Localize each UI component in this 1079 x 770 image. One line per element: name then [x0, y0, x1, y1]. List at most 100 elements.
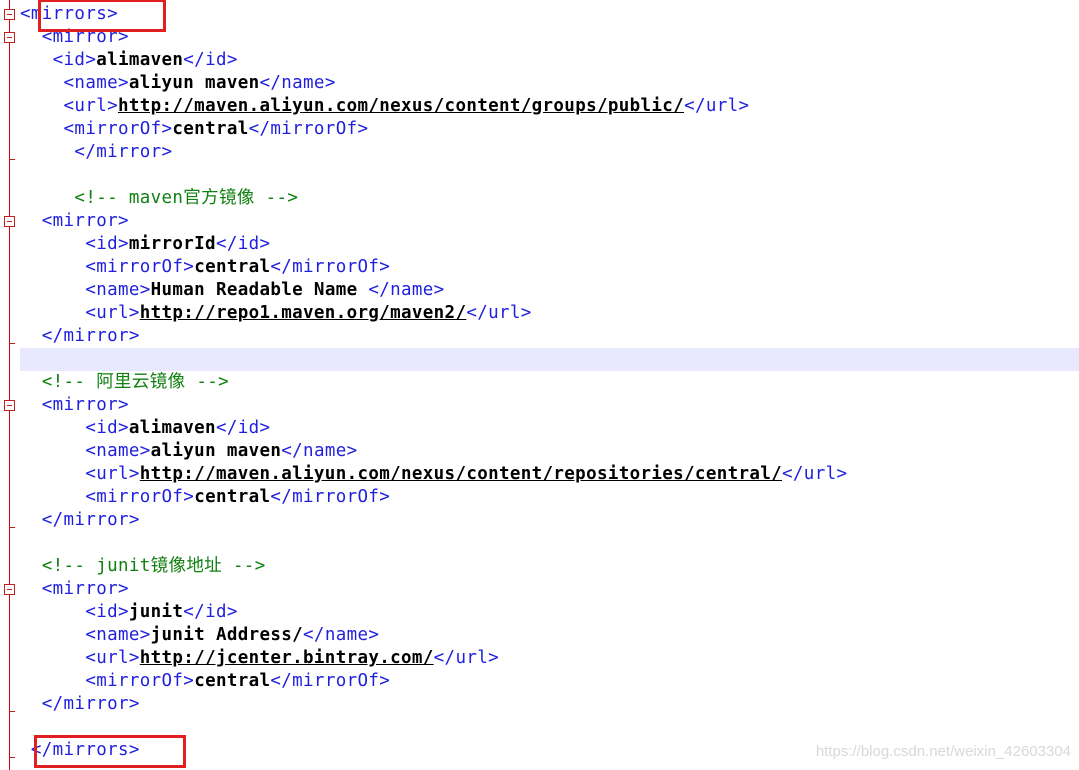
xml-tag: <mirrorOf> [20, 119, 173, 139]
code-line[interactable]: <url>http://repo1.maven.org/maven2/</url… [20, 302, 1079, 325]
code-line[interactable]: <url>http://maven.aliyun.com/nexus/conte… [20, 463, 1079, 486]
code-line[interactable] [20, 532, 1079, 555]
xml-tag: <mirrorOf> [20, 671, 195, 691]
code-line[interactable]: <id>alimaven</id> [20, 49, 1079, 72]
xml-tag: </name> [281, 441, 358, 461]
xml-value: junit [128, 602, 184, 622]
fold-collapse-icon[interactable] [4, 216, 15, 227]
xml-tag: <url> [20, 648, 140, 668]
code-area[interactable]: <mirrors> <mirror> <id>alimaven</id> <na… [20, 3, 1079, 762]
xml-tag: <id> [20, 50, 97, 70]
xml-tag: </name> [303, 625, 380, 645]
url-link[interactable]: http://repo1.maven.org/maven2/ [140, 303, 467, 323]
url-link[interactable]: http://maven.aliyun.com/nexus/content/gr… [118, 96, 684, 116]
xml-tag: <id> [20, 602, 129, 622]
xml-tag: </url> [782, 464, 848, 484]
xml-tag: </name> [368, 280, 445, 300]
code-line[interactable]: <mirror> [20, 578, 1079, 601]
code-line[interactable]: <!-- 阿里云镜像 --> [20, 371, 1079, 394]
xml-tag: </url> [466, 303, 532, 323]
xml-tag: </url> [684, 96, 750, 116]
code-line[interactable]: <id>mirrorId</id> [20, 233, 1079, 256]
code-line[interactable]: <!-- junit镜像地址 --> [20, 555, 1079, 578]
xml-value: junit Address/ [150, 625, 304, 645]
fold-end-tick [9, 343, 15, 344]
code-line[interactable]: <name>junit Address/</name> [20, 624, 1079, 647]
xml-tag: <url> [20, 303, 140, 323]
code-line[interactable]: <id>junit</id> [20, 601, 1079, 624]
url-link[interactable]: http://maven.aliyun.com/nexus/content/re… [140, 464, 782, 484]
code-line[interactable]: <url>http://jcenter.bintray.com/</url> [20, 647, 1079, 670]
code-line[interactable] [20, 348, 1079, 371]
xml-tag: </mirror> [20, 694, 140, 714]
fold-collapse-icon[interactable] [4, 584, 15, 595]
code-line[interactable]: <id>alimaven</id> [20, 417, 1079, 440]
code-line[interactable]: <mirror> [20, 26, 1079, 49]
xml-tag: </mirrorOf> [270, 257, 391, 277]
xml-tag: </url> [433, 648, 499, 668]
code-line[interactable]: <mirror> [20, 210, 1079, 233]
fold-end-tick [9, 159, 15, 160]
code-line[interactable]: <mirrors> [20, 3, 1079, 26]
code-line[interactable]: <name>aliyun maven</name> [20, 72, 1079, 95]
xml-tag: <id> [20, 418, 129, 438]
code-line[interactable]: </mirror> [20, 141, 1079, 164]
xml-tag: </mirror> [20, 326, 140, 346]
code-line[interactable]: <mirrorOf>central</mirrorOf> [20, 256, 1079, 279]
watermark: https://blog.csdn.net/weixin_42603304 [815, 743, 1071, 760]
xml-tag: </name> [259, 73, 336, 93]
code-line[interactable]: <!-- maven官方镜像 --> [20, 187, 1079, 210]
xml-tag: <url> [20, 96, 118, 116]
xml-tag: <mirrorOf> [20, 257, 195, 277]
code-line[interactable]: <name>Human Readable Name </name> [20, 279, 1079, 302]
fold-end-tick [9, 757, 15, 758]
xml-tag: </mirrorOf> [248, 119, 369, 139]
xml-comment: <!-- 阿里云镜像 --> [20, 372, 229, 392]
xml-value: aliyun maven [128, 73, 260, 93]
code-line[interactable]: <mirrorOf>central</mirrorOf> [20, 486, 1079, 509]
xml-tag: </id> [215, 234, 271, 254]
xml-tag: <name> [20, 73, 129, 93]
xml-tag: </id> [183, 50, 238, 70]
code-editor[interactable]: <mirrors> <mirror> <id>alimaven</id> <na… [0, 0, 1079, 770]
xml-value: alimaven [128, 418, 216, 438]
xml-value: mirrorId [128, 234, 216, 254]
fold-collapse-icon[interactable] [4, 9, 15, 20]
xml-tag: <url> [20, 464, 140, 484]
code-line[interactable]: </mirror> [20, 509, 1079, 532]
fold-collapse-icon[interactable] [4, 32, 15, 43]
xml-value: central [194, 257, 271, 277]
fold-gutter [0, 0, 20, 770]
xml-tag: <mirror> [20, 395, 129, 415]
code-line[interactable]: <url>http://maven.aliyun.com/nexus/conte… [20, 95, 1079, 118]
xml-tag: <id> [20, 234, 129, 254]
xml-value: aliyun maven [150, 441, 282, 461]
xml-value: central [194, 671, 271, 691]
code-line[interactable]: <name>aliyun maven</name> [20, 440, 1079, 463]
fold-collapse-icon[interactable] [4, 400, 15, 411]
code-line[interactable]: <mirrorOf>central</mirrorOf> [20, 670, 1079, 693]
xml-tag: </mirrorOf> [270, 487, 391, 507]
xml-tag: </mirror> [20, 510, 140, 530]
url-link[interactable]: http://jcenter.bintray.com/ [140, 648, 434, 668]
xml-tag: <name> [20, 625, 151, 645]
xml-tag: </id> [215, 418, 271, 438]
xml-value: alimaven [96, 50, 184, 70]
highlight-box [34, 735, 186, 768]
xml-value: central [172, 119, 249, 139]
fold-guide-line [9, 0, 10, 770]
xml-comment: <!-- junit镜像地址 --> [20, 556, 266, 576]
xml-comment: <!-- maven官方镜像 --> [20, 188, 299, 208]
code-line[interactable]: <mirror> [20, 394, 1079, 417]
xml-tag: <name> [20, 441, 151, 461]
code-line[interactable] [20, 164, 1079, 187]
code-line[interactable]: </mirror> [20, 325, 1079, 348]
highlight-box [38, 0, 166, 32]
code-line[interactable]: </mirror> [20, 693, 1079, 716]
xml-tag: </mirror> [20, 142, 173, 162]
xml-value: central [194, 487, 271, 507]
xml-tag: </id> [183, 602, 238, 622]
code-line[interactable]: <mirrorOf>central</mirrorOf> [20, 118, 1079, 141]
xml-tag: </mirrorOf> [270, 671, 391, 691]
xml-tag: <name> [20, 280, 151, 300]
